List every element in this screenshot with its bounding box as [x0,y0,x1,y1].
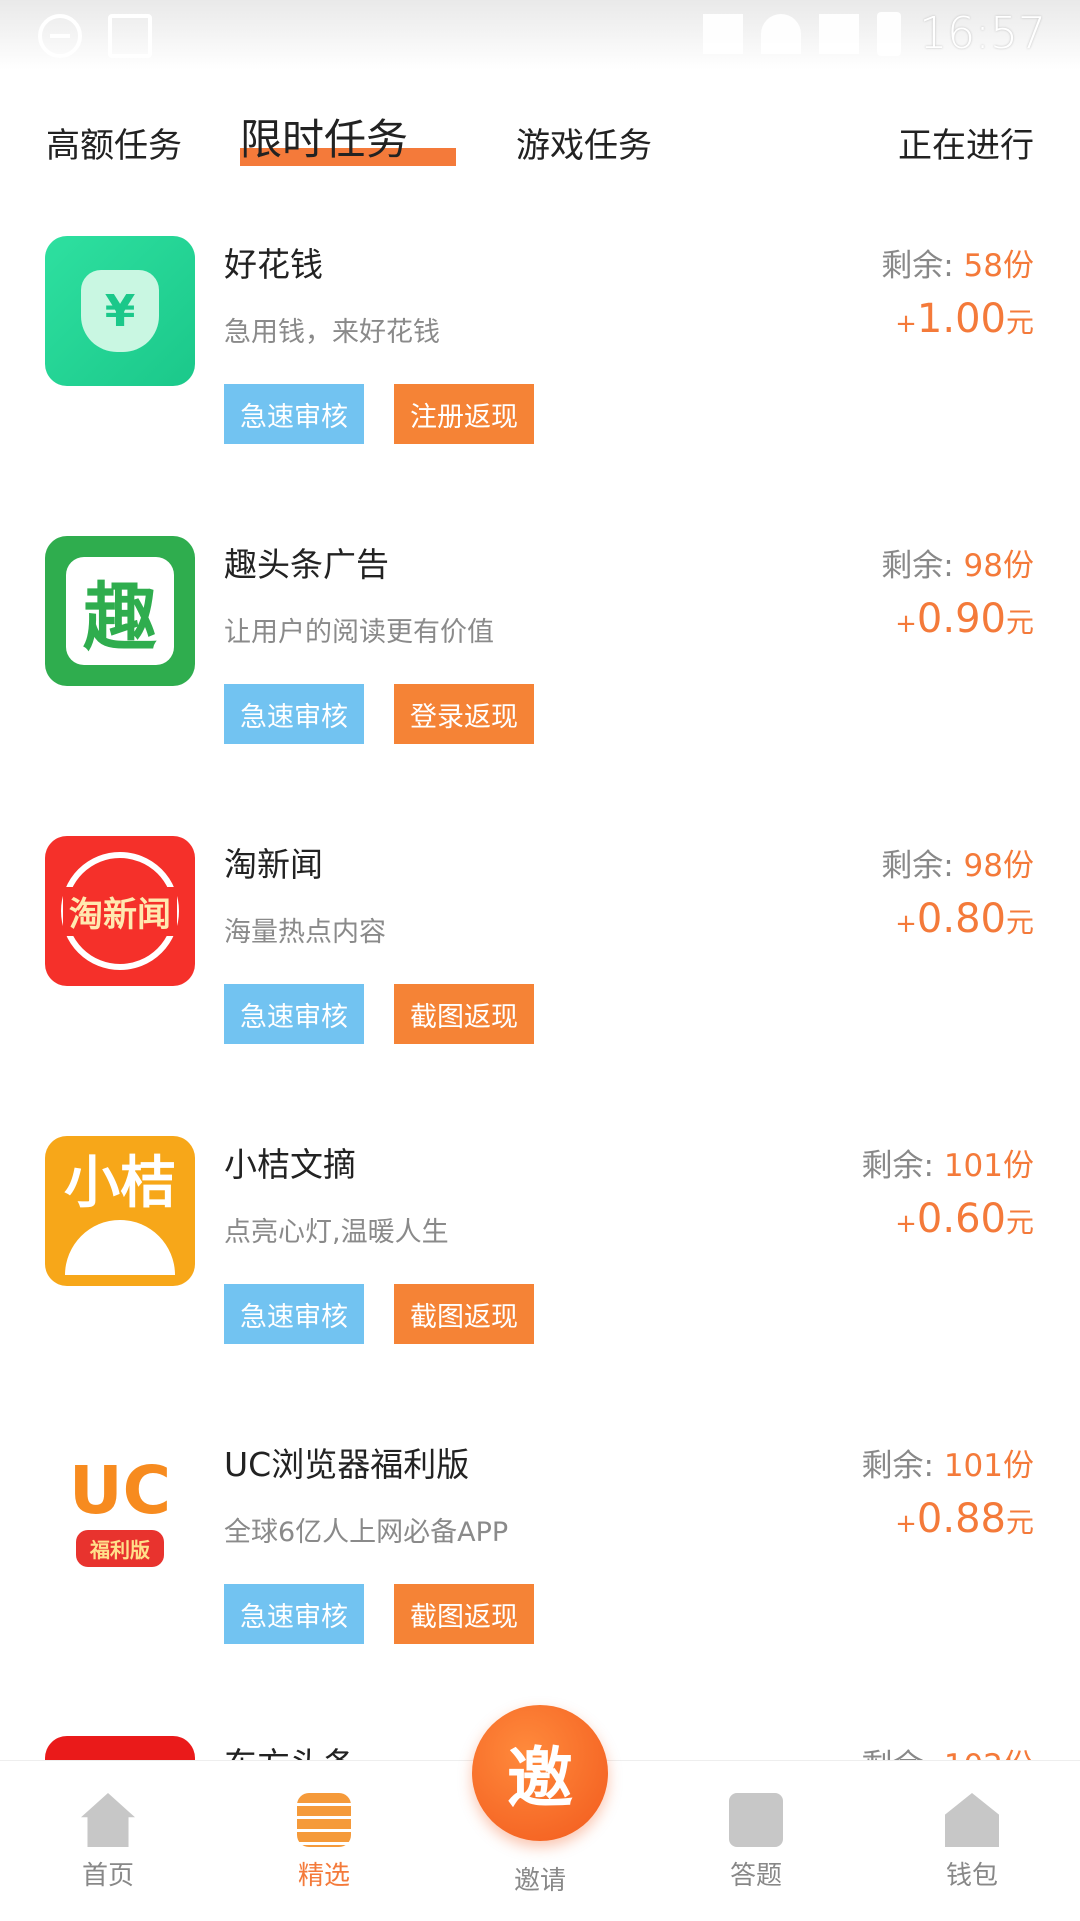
tab-high-reward[interactable]: 高额任务 [46,118,182,167]
tab-limited-time[interactable]: 限时任务 [240,106,408,167]
nav-quiz[interactable]: 答题 [686,1793,826,1892]
nav-wallet[interactable]: 钱包 [902,1793,1042,1892]
taoxinwen-app-icon: 淘新闻 [45,836,195,986]
money-bag-app-icon: ¥ [45,236,195,386]
fast-review-badge: 急速审核 [224,1584,364,1644]
task-list: ¥ 好花钱 急用钱，来好花钱 急速审核 注册返现 剩余: 58份 +1.00元 … [0,200,1080,1760]
home-icon [81,1793,135,1847]
invite-label: 邀请 [513,1866,566,1896]
task-desc: 让用户的阅读更有价值 [224,617,494,648]
task-title: 小桔文摘 [224,1145,356,1184]
remaining-count: 剩余: 98份 [881,848,1034,884]
no-sim-icon [819,13,860,54]
task-item-uc-browser[interactable]: UC 福利版 UC浏览器福利版 全球6亿人上网必备APP 急速审核 截图返现 剩… [0,1400,1080,1700]
fast-review-badge: 急速审核 [224,984,364,1044]
status-time: 16:57 [919,8,1046,59]
remaining-count: 剩余: 102份 [862,1740,1034,1760]
task-item-qutoutiao[interactable]: 趣 趣头条广告 让用户的阅读更有价值 急速审核 登录返现 剩余: 98份 +0.… [0,500,1080,800]
coins-icon [297,1793,351,1847]
cashback-badge: 注册返现 [394,384,534,444]
cashback-badge: 登录返现 [394,684,534,744]
reward-amount: +1.00元 [895,296,1034,342]
task-item-xiaojuwenzhai[interactable]: 小桔 小桔文摘 点亮心灯,温暖人生 急速审核 截图返现 剩余: 101份 +0.… [0,1100,1080,1400]
invite-button[interactable]: 邀 [472,1705,608,1841]
do-not-disturb-icon [38,14,82,58]
task-title: 淘新闻 [224,845,323,884]
task-desc: 海量热点内容 [224,917,386,948]
fast-review-badge: 急速审核 [224,384,364,444]
battery-icon [877,11,902,56]
tab-in-progress[interactable]: 正在进行 [898,118,1034,167]
dongfang-app-icon [45,1736,195,1760]
image-notification-icon [108,14,152,58]
nav-featured[interactable]: 精选 [254,1793,394,1892]
task-title: UC浏览器福利版 [224,1445,470,1484]
mute-icon [703,13,744,54]
task-desc: 全球6亿人上网必备APP [224,1517,509,1548]
task-desc: 急用钱，来好花钱 [224,317,440,348]
reward-amount: +0.88元 [895,1496,1034,1542]
xiaoju-app-icon: 小桔 [45,1136,195,1286]
remaining-count: 剩余: 98份 [881,548,1034,584]
fast-review-badge: 急速审核 [224,684,364,744]
tab-game[interactable]: 游戏任务 [516,118,652,167]
wifi-icon [761,13,802,54]
quiz-list-icon [729,1793,783,1847]
cashback-badge: 截图返现 [394,1584,534,1644]
status-bar: 16:57 [0,0,1080,70]
qutoutiao-app-icon: 趣 [45,536,195,686]
task-desc: 点亮心灯,温暖人生 [224,1217,449,1248]
task-item-taoxinwen[interactable]: 淘新闻 淘新闻 海量热点内容 急速审核 截图返现 剩余: 98份 +0.80元 [0,800,1080,1100]
reward-amount: +0.60元 [895,1196,1034,1242]
cashback-badge: 截图返现 [394,984,534,1044]
wallet-icon [945,1793,999,1847]
fast-review-badge: 急速审核 [224,1284,364,1344]
reward-amount: +0.80元 [895,896,1034,942]
task-item-haohuaqian[interactable]: ¥ 好花钱 急用钱，来好花钱 急速审核 注册返现 剩余: 58份 +1.00元 [0,200,1080,500]
nav-home[interactable]: 首页 [38,1793,178,1892]
task-title: 东方头条 [224,1738,356,1760]
task-title: 好花钱 [224,245,323,284]
cashback-badge: 截图返现 [394,1284,534,1344]
remaining-count: 剩余: 101份 [861,1148,1034,1184]
task-title: 趣头条广告 [224,545,389,584]
remaining-count: 剩余: 58份 [881,248,1034,284]
uc-browser-app-icon: UC 福利版 [45,1436,195,1586]
task-tabs: 高额任务 限时任务 游戏任务 正在进行 [0,100,1080,180]
remaining-count: 剩余: 101份 [861,1448,1034,1484]
reward-amount: +0.90元 [895,596,1034,642]
